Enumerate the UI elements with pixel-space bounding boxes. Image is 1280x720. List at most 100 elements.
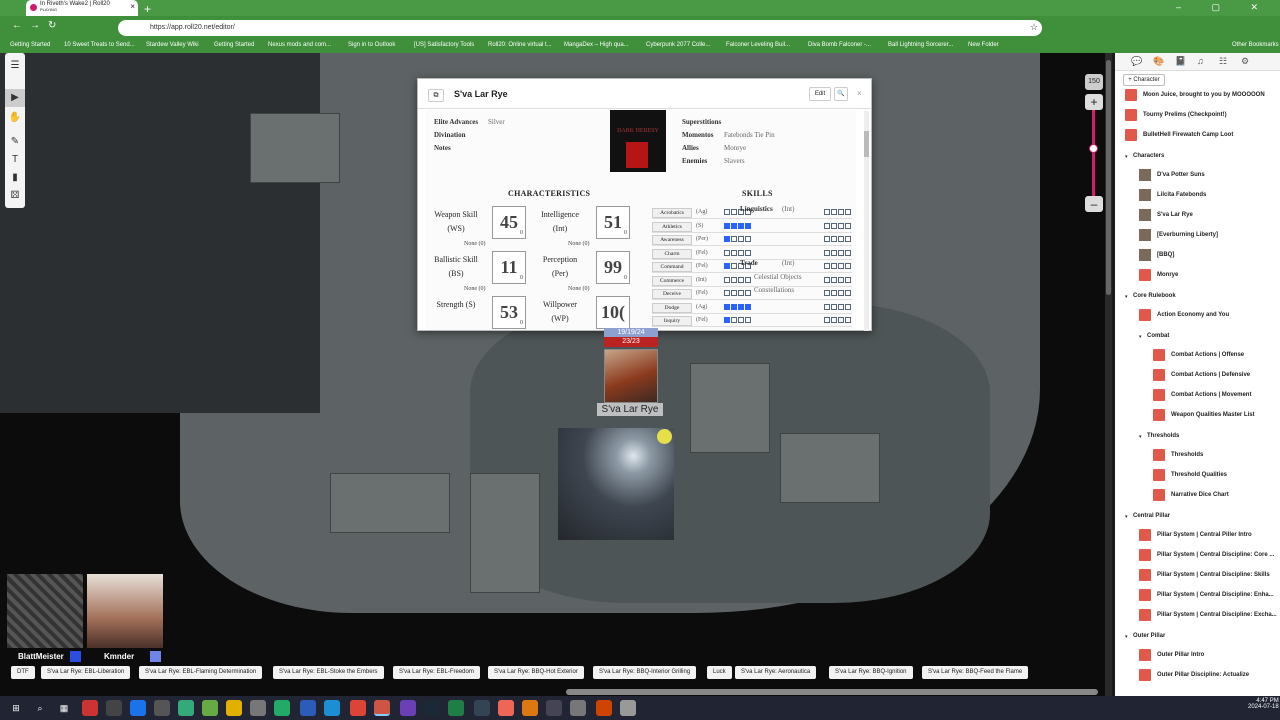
skill-characteristic[interactable]: (Fel) xyxy=(696,250,708,256)
search-taskbar-icon[interactable]: ⌕ xyxy=(32,700,48,716)
journal-item[interactable]: [Everburning Liberty] xyxy=(1157,232,1218,238)
dice-tool-icon[interactable]: ⚄ xyxy=(5,187,25,205)
journal-item[interactable]: Threshold Qualities xyxy=(1171,472,1227,478)
specialist-checkbox[interactable] xyxy=(845,263,851,269)
advance-select[interactable]: None (0) xyxy=(464,241,486,247)
app-icon-11[interactable] xyxy=(498,700,514,716)
collections-tab-icon[interactable]: ☷ xyxy=(1219,56,1227,67)
specialist-checkbox[interactable] xyxy=(845,303,851,310)
specialist-checkbox[interactable] xyxy=(838,263,844,269)
macro-button[interactable]: S'va Lar Rye: EBL-Freedom xyxy=(393,666,480,679)
journal-tab-icon[interactable]: 📓 xyxy=(1175,56,1186,67)
excel-icon[interactable] xyxy=(448,700,464,716)
specialist-checkbox[interactable] xyxy=(831,276,837,283)
skill-name[interactable]: Inquiry xyxy=(652,316,692,326)
file-explorer-icon[interactable] xyxy=(226,700,242,716)
journal-item[interactable]: Pillar System | Central Discipline: Enha… xyxy=(1157,592,1274,598)
skill-characteristic[interactable]: (Fel) xyxy=(696,263,708,269)
skill-rank-checkbox[interactable] xyxy=(731,209,737,215)
journal-item[interactable]: Outer Pillar Intro xyxy=(1157,652,1204,658)
zoom-slider-handle[interactable] xyxy=(1089,144,1098,153)
bookmark-item[interactable]: Falconer Leveling Buil... xyxy=(726,42,790,48)
journal-item[interactable]: Tourny Prelims (Checkpoint!) xyxy=(1143,112,1227,118)
specialist-checkbox[interactable] xyxy=(824,209,830,215)
journal-item[interactable]: Thresholds xyxy=(1171,452,1203,458)
skill-rank-checkbox[interactable] xyxy=(738,290,744,296)
journal-item[interactable]: [BBQ] xyxy=(1157,252,1174,258)
skill-rank-checkbox[interactable] xyxy=(731,222,737,229)
skill-rank-checkbox[interactable] xyxy=(731,236,737,242)
trade-specialisation[interactable]: Constellations xyxy=(754,286,794,294)
folder-label[interactable]: Core Rulebook xyxy=(1133,293,1176,299)
folder-caret-icon[interactable]: ▾ xyxy=(1139,334,1142,340)
specialist-checkbox[interactable] xyxy=(831,222,837,229)
horizontal-scrollbar[interactable] xyxy=(566,689,1098,695)
zoom-slider-track[interactable] xyxy=(1092,110,1095,200)
specialist-checkbox[interactable] xyxy=(824,236,830,242)
journal-item[interactable]: Combat Actions | Movement xyxy=(1171,392,1251,398)
skill-characteristic[interactable]: (Fel) xyxy=(696,290,708,296)
skill-rank-checkbox[interactable] xyxy=(724,276,730,283)
app-icon-12[interactable] xyxy=(546,700,562,716)
sheet-scrollbar[interactable] xyxy=(864,111,869,331)
player-avatar-1[interactable] xyxy=(7,574,83,648)
skill-rank-checkbox[interactable] xyxy=(724,303,730,310)
skill-rank-checkbox[interactable] xyxy=(731,249,737,256)
macro-button[interactable]: S'va Lar Rye: EBL-Stoke the Embers xyxy=(273,666,384,679)
ruler-tool-icon[interactable]: ▮ xyxy=(5,169,25,187)
skill-rank-checkbox[interactable] xyxy=(724,290,730,296)
trade-char[interactable]: (Int) xyxy=(782,259,794,267)
folder-caret-icon[interactable]: ▾ xyxy=(1125,514,1128,520)
bookmark-star-icon[interactable]: ☆ xyxy=(1030,22,1038,33)
journal-item[interactable]: Lilcita Fatebonds xyxy=(1157,192,1206,198)
forward-icon[interactable]: → xyxy=(30,20,40,31)
specialist-checkbox[interactable] xyxy=(824,290,830,296)
specialist-checkbox[interactable] xyxy=(845,276,851,283)
advance-select[interactable]: None (0) xyxy=(464,286,486,292)
folder-label[interactable]: Thresholds xyxy=(1147,433,1179,439)
skill-rank-checkbox[interactable] xyxy=(738,222,744,229)
skill-name[interactable]: Athletics xyxy=(652,221,692,232)
app-icon-1[interactable] xyxy=(82,700,98,716)
bookmark-item[interactable]: 10 Sweet Treats to Send... xyxy=(64,42,135,48)
player-avatar-2[interactable] xyxy=(87,574,163,648)
other-bookmarks[interactable]: Other Bookmarks xyxy=(1232,42,1279,48)
skill-name[interactable]: Acrobatics xyxy=(652,208,692,218)
linguistics-char[interactable]: (Int) xyxy=(782,205,794,213)
art-tab-icon[interactable]: 🎨 xyxy=(1153,56,1164,67)
specialist-checkbox[interactable] xyxy=(838,222,844,229)
folder-caret-icon[interactable]: ▾ xyxy=(1125,294,1128,300)
skill-rank-checkbox[interactable] xyxy=(745,276,751,283)
zoom-in-button[interactable]: + xyxy=(1085,94,1103,110)
journal-item[interactable]: Narrative Dice Chart xyxy=(1171,492,1229,498)
journal-item[interactable]: S'va Lar Rye xyxy=(1157,212,1193,218)
close-tab-icon[interactable]: × xyxy=(130,3,135,11)
macro-button[interactable]: S'va Lar Rye: EBL-Flaming Determination xyxy=(139,666,263,679)
specialist-checkbox[interactable] xyxy=(824,303,830,310)
specialist-checkbox[interactable] xyxy=(831,290,837,296)
add-character-button[interactable]: + Character xyxy=(1123,74,1165,86)
specialist-checkbox[interactable] xyxy=(831,317,837,323)
specialist-checkbox[interactable] xyxy=(845,222,851,229)
skill-rank-checkbox[interactable] xyxy=(745,303,751,310)
task-view-icon[interactable]: ▦ xyxy=(56,700,72,716)
skill-rank-checkbox[interactable] xyxy=(745,249,751,256)
specialist-checkbox[interactable] xyxy=(831,236,837,242)
macro-button[interactable]: S'va Lar Rye: Aeronautica xyxy=(735,666,817,679)
app-icon-9[interactable] xyxy=(400,700,416,716)
skill-rank-checkbox[interactable] xyxy=(731,263,737,269)
skill-rank-checkbox[interactable] xyxy=(724,317,730,323)
edge-icon[interactable] xyxy=(324,700,340,716)
specialist-checkbox[interactable] xyxy=(831,303,837,310)
journal-item[interactable]: Combat Actions | Defensive xyxy=(1171,372,1250,378)
skill-rank-checkbox[interactable] xyxy=(745,290,751,296)
specialist-checkbox[interactable] xyxy=(838,236,844,242)
music-tab-icon[interactable]: ♫ xyxy=(1197,56,1204,66)
word-icon[interactable] xyxy=(300,700,316,716)
specialist-checkbox[interactable] xyxy=(845,317,851,323)
skill-rank-checkbox[interactable] xyxy=(738,317,744,323)
folder-label[interactable]: Characters xyxy=(1133,153,1164,159)
skill-characteristic[interactable]: (S) xyxy=(696,223,703,229)
edit-button[interactable]: Edit xyxy=(809,87,831,101)
vlc-icon[interactable] xyxy=(522,700,538,716)
